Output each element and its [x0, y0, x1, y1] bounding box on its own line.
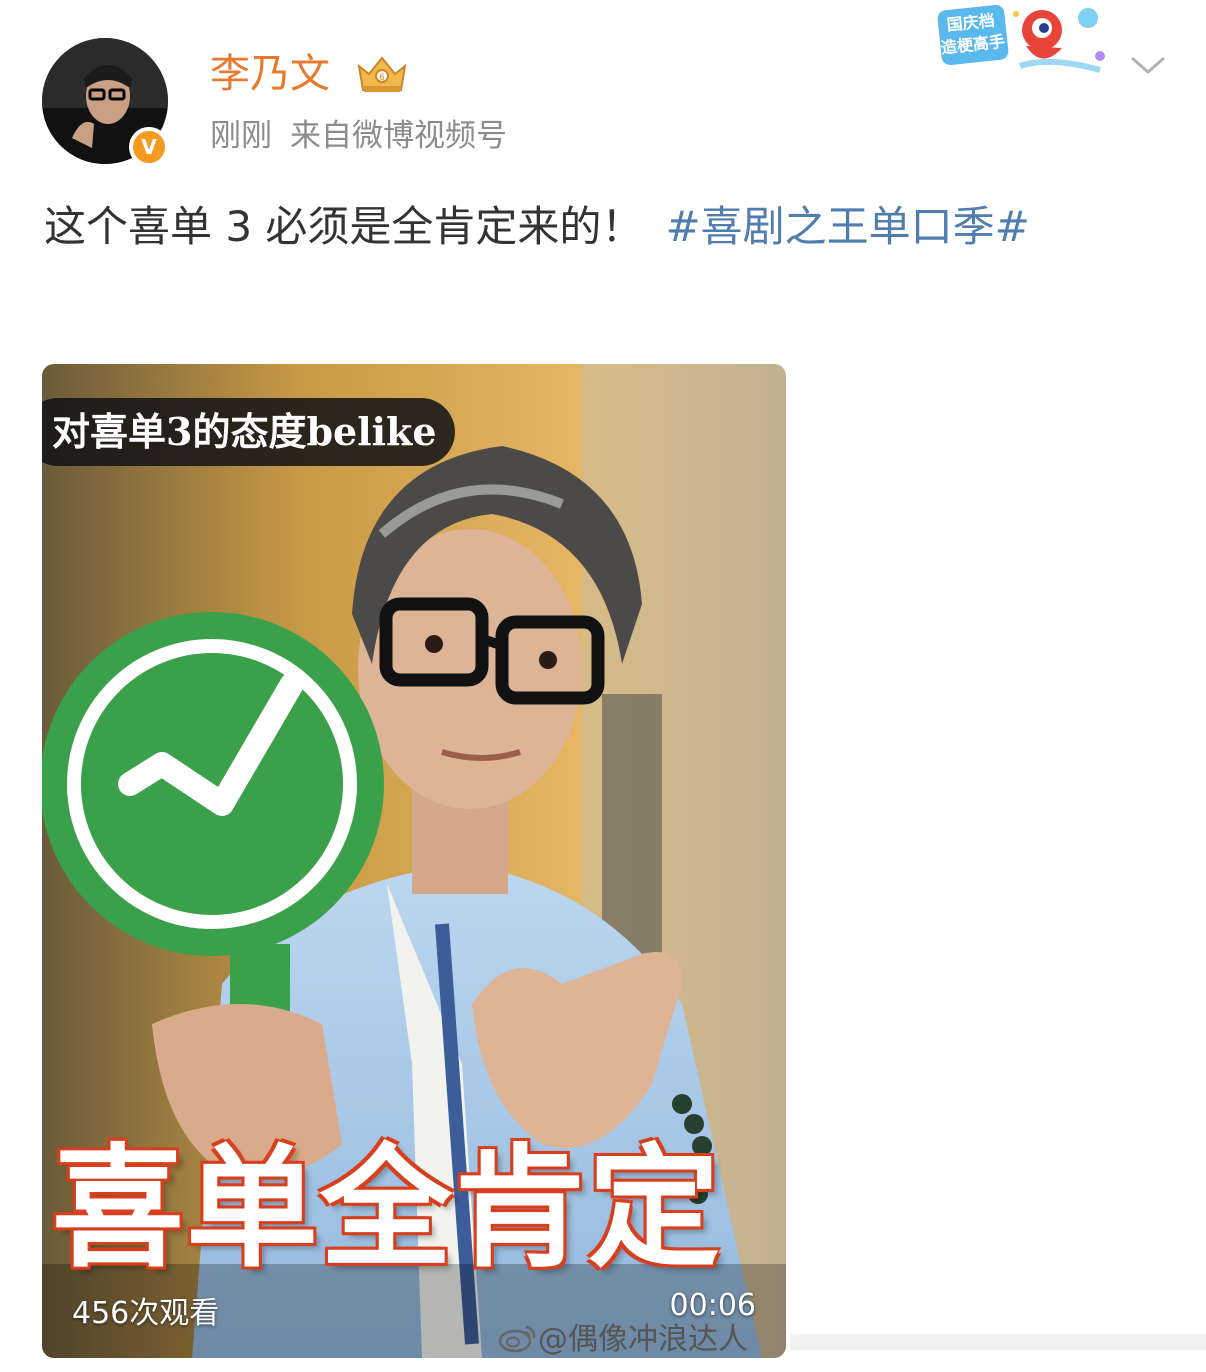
verified-badge-icon: V — [129, 127, 169, 167]
watermark: @偶像冲浪达人 — [498, 1320, 748, 1360]
post-meta: 刚刚 来自微博视频号 — [210, 114, 507, 158]
post-source[interactable]: 来自微博视频号 — [290, 118, 507, 154]
decorative-dots — [790, 1334, 1206, 1350]
watermark-text: @偶像冲浪达人 — [538, 1322, 748, 1357]
weibo-logo-icon — [498, 1325, 536, 1353]
author-name[interactable]: 李乃文 — [210, 48, 330, 100]
chevron-down-icon[interactable] — [1126, 50, 1170, 80]
view-count: 456次观看 — [72, 1296, 220, 1331]
video-overlay-title: 喜单全肯定 — [52, 1132, 722, 1286]
post-text: 这个喜单 3 必须是全肯定来的！ — [44, 202, 644, 251]
video-caption: 对喜单3的态度belike — [42, 398, 455, 466]
hashtag-link[interactable]: #喜剧之王单口季# — [665, 202, 1029, 251]
post-time: 刚刚 — [210, 118, 272, 154]
crown-rank-badge-icon[interactable]: 6 — [355, 52, 409, 96]
event-badge-icon[interactable]: 国庆档 造梗高手 — [930, 0, 1120, 82]
post-body: 这个喜单 3 必须是全肯定来的！ #喜剧之王单口季# — [44, 196, 1164, 258]
video-duration: 00:06 — [669, 1288, 756, 1323]
svg-text:6: 6 — [379, 73, 385, 83]
video-player[interactable]: 对喜单3的态度belike 喜单全肯定 456次观看 00:06 — [42, 364, 786, 1358]
